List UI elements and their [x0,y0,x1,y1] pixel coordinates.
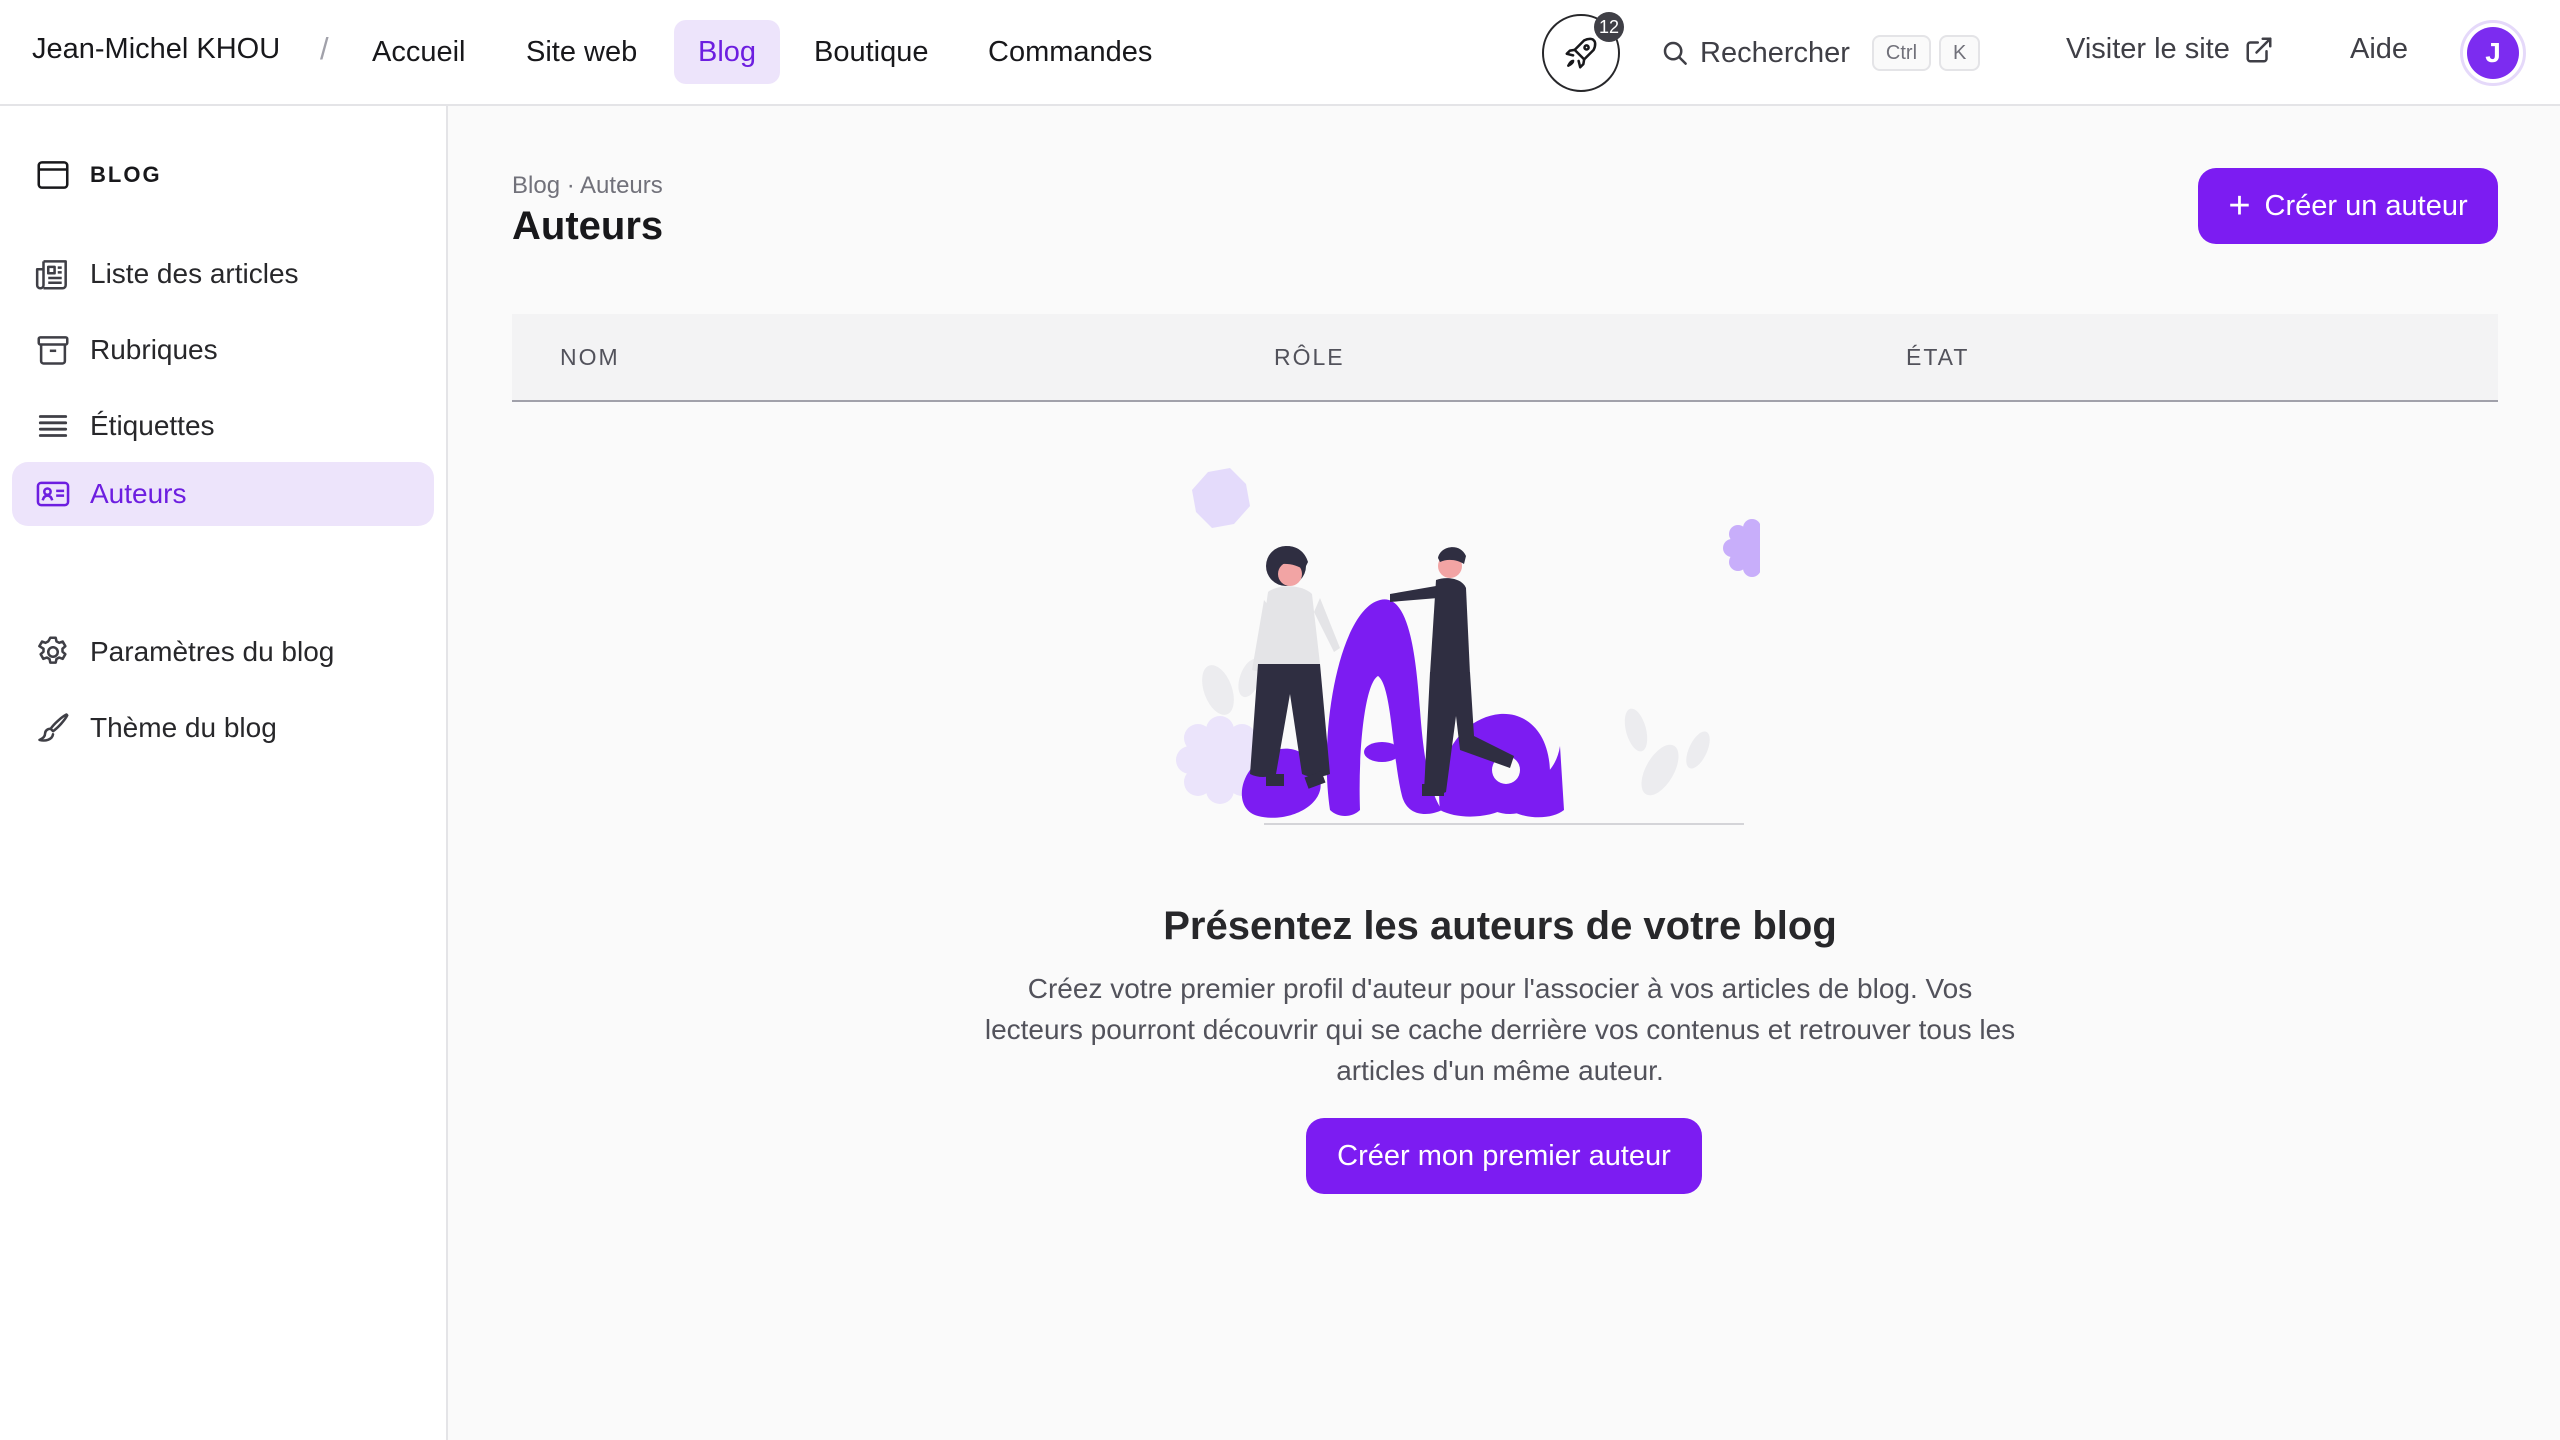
create-author-label: Créer un auteur [2264,189,2468,222]
sidebar-item-label: Paramètres du blog [90,636,335,667]
newspaper-icon [35,260,67,290]
shortcut-key-ctrl: Ctrl [1871,35,1932,71]
sidebar-item-label: Liste des articles [90,258,299,289]
external-link-icon [2246,37,2272,62]
sidebar-section-title: BLOG [90,162,162,187]
paintbrush-icon [38,713,69,742]
nav-accueil[interactable]: Accueil [348,20,490,84]
gear-icon [38,636,67,664]
sidebar-item-auteurs[interactable]: Auteurs [12,462,434,526]
avatar: J [2467,27,2519,79]
sidebar-item-rubriques[interactable]: Rubriques [12,318,434,382]
breadcrumb-separator: / [320,31,329,66]
id-card-icon [36,481,70,507]
create-first-author-button[interactable]: Créer mon premier auteur [1306,1118,1702,1194]
sidebar-item-label: Étiquettes [90,410,215,441]
nav-blog[interactable]: Blog [674,20,781,84]
authors-empty-illustration [1176,468,1760,825]
visit-site-label: Visiter le site [2066,33,2230,65]
empty-state-title: Présentez les auteurs de votre blog [1163,904,1837,948]
visit-site-link[interactable]: Visiter le site [2066,33,2274,66]
sidebar-item-theme[interactable]: Thème du blog [12,696,434,760]
sidebar-section-header: BLOG [34,156,162,194]
search-icon [1663,41,1687,65]
column-header-etat[interactable]: ÉTAT [1906,344,1969,371]
breadcrumb[interactable]: Blog · Auteurs [512,172,663,200]
archive-box-icon [37,336,69,365]
authors-table-header: NOM RÔLE ÉTAT [512,314,2498,402]
empty-state-description: Créez votre premier profil d'auteur pour… [984,973,2016,1086]
notification-badge: 12 [1594,12,1624,42]
browser-window-icon [37,161,69,189]
decor-octagon [1192,468,1250,528]
page-title: Auteurs [512,204,664,248]
column-header-nom[interactable]: NOM [560,344,620,371]
sidebar-item-articles[interactable]: Liste des articles [12,242,434,306]
top-bar: Jean-Michel KHOU / Accueil Site web Blog… [0,0,2560,106]
list-lines-icon [38,415,68,437]
sidebar-item-label: Thème du blog [90,712,277,743]
nav-commandes[interactable]: Commandes [964,20,1176,84]
nav-site-web[interactable]: Site web [502,20,661,84]
sidebar-item-parametres[interactable]: Paramètres du blog [12,620,434,684]
sidebar-item-etiquettes[interactable]: Étiquettes [12,394,434,458]
search-button[interactable]: Rechercher Ctrl K [1660,28,1981,78]
launch-button[interactable]: 12 [1542,12,1624,92]
user-avatar-button[interactable]: J [2460,20,2526,86]
create-author-button[interactable]: + Créer un auteur [2198,168,2498,244]
plus-icon: + [2228,185,2251,227]
rocket-icon [1565,37,1597,69]
nav-boutique[interactable]: Boutique [790,20,953,84]
account-name[interactable]: Jean-Michel KHOU [32,33,280,66]
sidebar-item-label: Rubriques [90,334,218,365]
shortcut-key-k: K [1939,35,1981,71]
sidebar-item-label: Auteurs [90,478,187,509]
sidebar: BLOG Liste des articles Rubriques Étique… [0,106,448,1440]
column-header-role[interactable]: RÔLE [1274,344,1345,371]
search-label: Rechercher [1700,36,1850,69]
help-link[interactable]: Aide [2350,33,2408,66]
